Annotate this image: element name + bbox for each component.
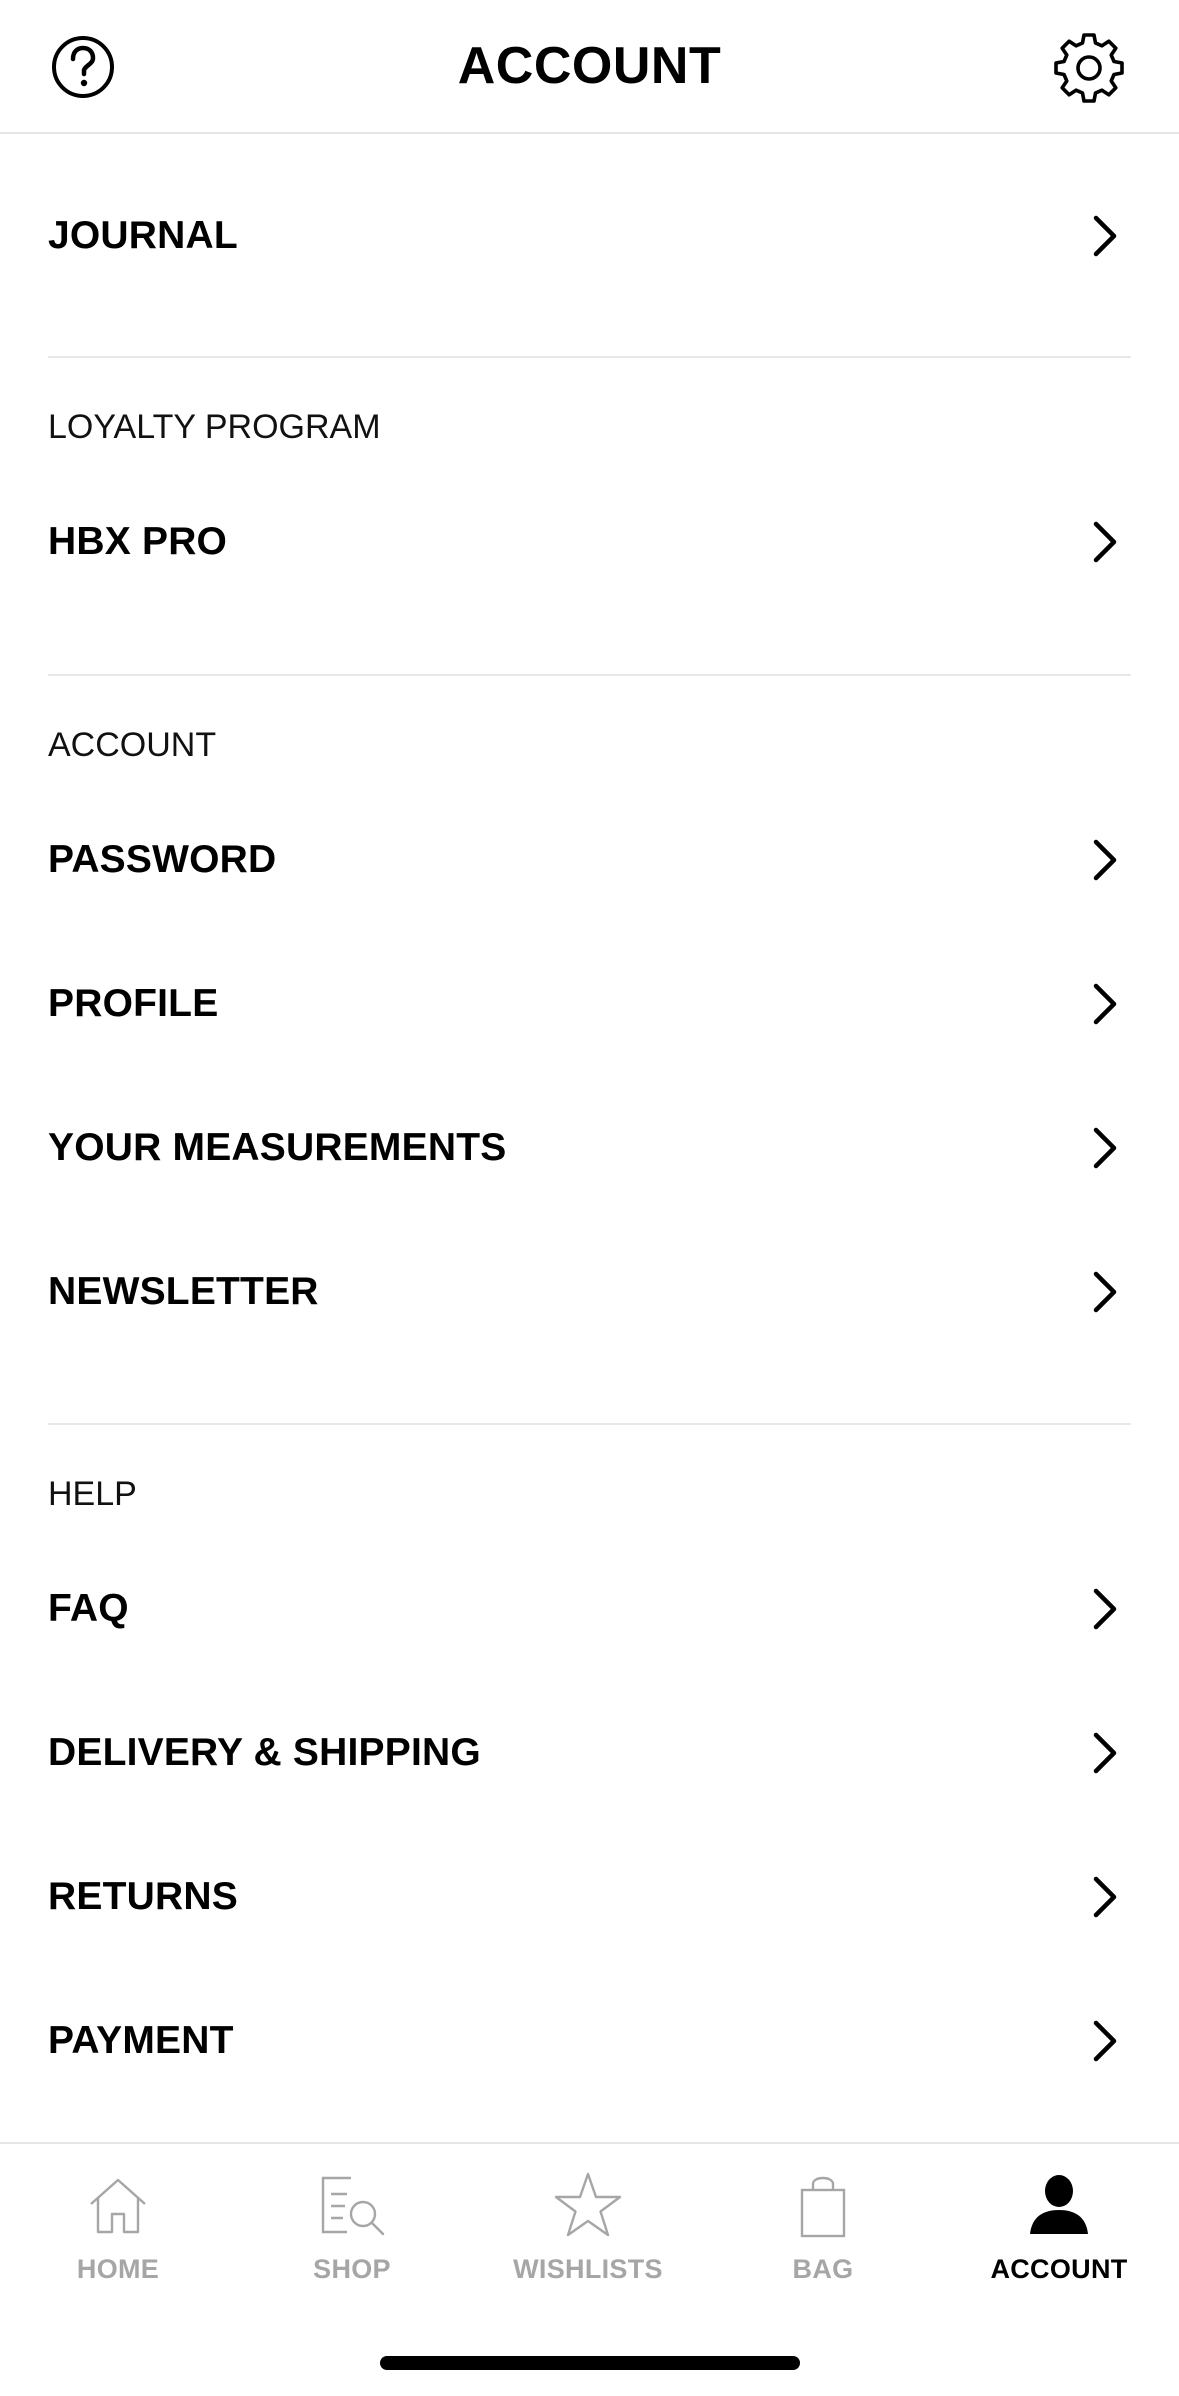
chevron-right-icon <box>1093 2020 1117 2062</box>
header: ACCOUNT <box>0 0 1179 134</box>
menu-row-label: RETURNS <box>48 1875 238 1918</box>
tab-shop[interactable]: SHOP <box>252 2170 452 2300</box>
menu-row-label: YOUR MEASUREMENTS <box>48 1126 507 1169</box>
chevron-right-icon <box>1093 1588 1117 1630</box>
menu-row-label: PROFILE <box>48 982 219 1025</box>
chevron-right-icon <box>1093 1876 1117 1918</box>
menu-row-faq[interactable]: FAQ <box>0 1537 1179 1681</box>
tab-label: HOME <box>76 2254 160 2284</box>
menu-row-hbx-pro[interactable]: HBX PRO <box>0 470 1179 614</box>
gear-icon <box>1054 33 1124 103</box>
menu-row-label: PASSWORD <box>48 838 277 881</box>
section-account: ACCOUNT PASSWORD PROFILE YOUR MEASUREMEN… <box>0 676 1179 1423</box>
tab-label: WISHLISTS <box>513 2254 663 2284</box>
tab-label: BAG <box>792 2254 854 2284</box>
tab-label: ACCOUNT <box>990 2254 1128 2284</box>
menu-row-label: FAQ <box>48 1587 129 1630</box>
tab-home[interactable]: HOME <box>18 2170 218 2300</box>
menu-row-returns[interactable]: RETURNS <box>0 1825 1179 1969</box>
home-indicator <box>380 2356 800 2370</box>
home-icon <box>90 2178 146 2234</box>
section-loyalty-program: LOYALTY PROGRAM HBX PRO <box>0 358 1179 674</box>
menu-row-your-measurements[interactable]: YOUR MEASUREMENTS <box>0 1076 1179 1220</box>
chevron-right-icon <box>1093 215 1117 257</box>
tab-label: SHOP <box>313 2254 391 2284</box>
menu-row-delivery-shipping[interactable]: DELIVERY & SHIPPING <box>0 1681 1179 1825</box>
account-menu: JOURNAL LOYALTY PROGRAM HBX PRO ACCOUNT … <box>0 134 1179 2145</box>
star-icon <box>554 2172 622 2237</box>
chevron-right-icon <box>1093 983 1117 1025</box>
section-help: HELP FAQ DELIVERY & SHIPPING RETURNS PAY… <box>0 1425 1179 2145</box>
menu-row-newsletter[interactable]: NEWSLETTER <box>0 1220 1179 1364</box>
shopping-bag-icon <box>800 2176 846 2238</box>
user-icon <box>1030 2175 1088 2234</box>
tab-wishlists[interactable]: WISHLISTS <box>488 2170 688 2300</box>
settings-button[interactable] <box>1054 33 1124 103</box>
chevron-right-icon <box>1093 1732 1117 1774</box>
section-label: ACCOUNT <box>48 726 217 764</box>
menu-row-profile[interactable]: PROFILE <box>0 932 1179 1076</box>
chevron-right-icon <box>1093 1271 1117 1313</box>
section-label: LOYALTY PROGRAM <box>48 408 381 446</box>
menu-row-label: NEWSLETTER <box>48 1270 319 1313</box>
tab-account[interactable]: ACCOUNT <box>959 2170 1159 2300</box>
section-journal: JOURNAL <box>0 134 1179 356</box>
chevron-right-icon <box>1093 521 1117 563</box>
search-list-icon <box>321 2176 385 2236</box>
page-title: ACCOUNT <box>457 37 722 95</box>
menu-row-journal[interactable]: JOURNAL <box>0 164 1179 308</box>
menu-row-label: JOURNAL <box>48 214 238 257</box>
chevron-right-icon <box>1093 839 1117 881</box>
section-label: HELP <box>48 1475 137 1513</box>
tab-bag[interactable]: BAG <box>723 2170 923 2300</box>
chevron-right-icon <box>1093 1127 1117 1169</box>
menu-row-label: DELIVERY & SHIPPING <box>48 1731 481 1774</box>
menu-row-label: PAYMENT <box>48 2019 234 2062</box>
menu-row-password[interactable]: PASSWORD <box>0 788 1179 932</box>
menu-row-label: HBX PRO <box>48 520 228 563</box>
menu-row-payment[interactable]: PAYMENT <box>0 1969 1179 2113</box>
